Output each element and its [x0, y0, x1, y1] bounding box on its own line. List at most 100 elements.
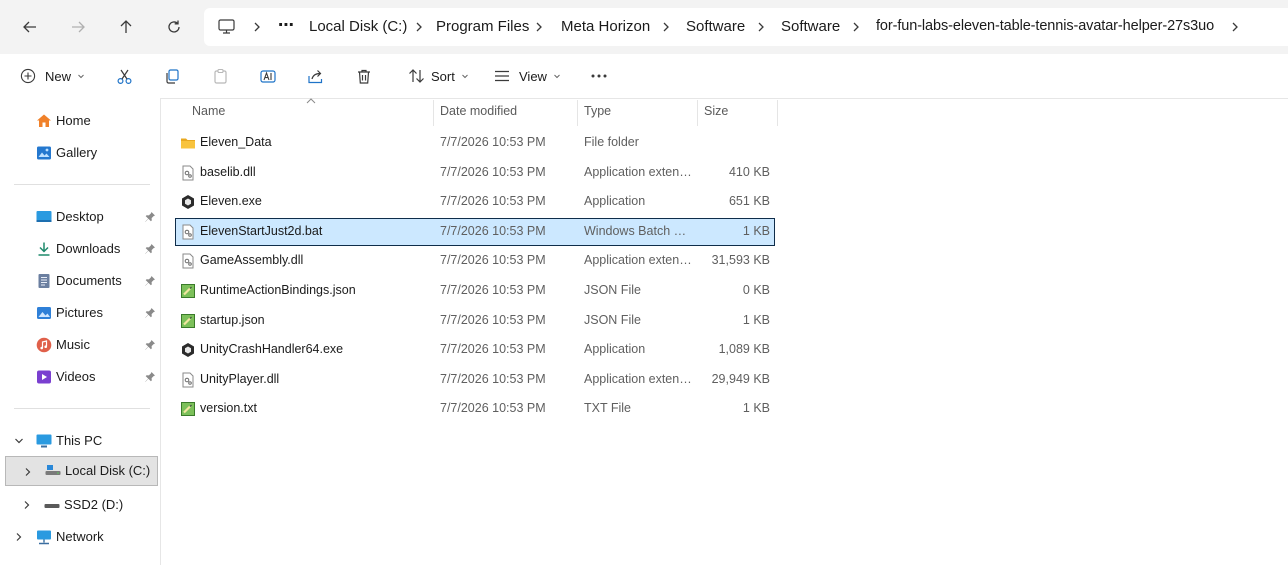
file-date-modified: 7/7/2026 10:53 PM [440, 164, 546, 179]
share-button[interactable] [307, 64, 325, 88]
sidebar-item-label: Videos [56, 369, 96, 384]
back-arrow-icon [23, 21, 36, 33]
column-divider[interactable] [433, 100, 434, 126]
breadcrumb-software-2[interactable]: Software [781, 18, 840, 35]
sidebar-item-videos[interactable]: Videos [0, 362, 160, 392]
sidebar-item-label: Downloads [56, 241, 121, 256]
file-row[interactable]: Eleven.exe 7/7/2026 10:53 PM Application 65… [176, 189, 774, 215]
up-arrow-icon [120, 20, 132, 33]
more-options-button[interactable]: ··· [590, 64, 608, 88]
file-row[interactable]: GameAssembly.dll 7/7/2026 10:53 PM Applica… [176, 248, 774, 274]
paste-button[interactable] [212, 64, 229, 88]
sidebar-item-documents[interactable]: Documents [0, 266, 160, 296]
address-bar[interactable]: ⋯ Local Disk (C:) Program Files Meta Hor… [204, 8, 1288, 46]
chevron-right-icon[interactable] [14, 532, 24, 542]
rename-button[interactable] [259, 64, 277, 88]
sidebar-item-desktop[interactable]: Desktop [0, 202, 160, 232]
file-date-modified: 7/7/2026 10:53 PM [440, 371, 546, 386]
delete-button[interactable] [356, 64, 372, 88]
file-name: baselib.dll [200, 164, 256, 179]
file-row[interactable]: Eleven_Data 7/7/2026 10:53 PM File folder [176, 130, 774, 156]
file-row[interactable]: version.txt 7/7/2026 10:53 PM TXT File 1 KB [176, 396, 774, 422]
column-header-type[interactable]: Type [584, 104, 611, 118]
sidebar-item-ssd2[interactable]: SSD2 (D:) [0, 490, 160, 520]
forward-button[interactable] [63, 12, 93, 42]
sidebar-divider [14, 184, 150, 185]
this-pc-icon[interactable] [218, 19, 235, 34]
forward-arrow-icon [72, 21, 85, 33]
breadcrumb-current-folder[interactable]: for-fun-labs-eleven-table-tennis-avatar-… [876, 18, 1214, 34]
file-date-modified: 7/7/2026 10:53 PM [440, 342, 546, 357]
column-header-size[interactable]: Size [704, 104, 728, 118]
copy-icon [166, 68, 179, 84]
column-divider[interactable] [577, 100, 578, 126]
view-button[interactable]: View [494, 64, 561, 88]
sidebar-item-gallery[interactable]: Gallery [0, 138, 160, 168]
chevron-right-icon[interactable] [532, 20, 546, 34]
chevron-down-icon[interactable] [14, 436, 24, 446]
breadcrumb-local-disk[interactable]: Local Disk (C:) [309, 18, 407, 35]
breadcrumb-program-files[interactable]: Program Files [436, 18, 529, 35]
file-row[interactable]: ElevenStartJust2d.bat 7/7/2026 10:53 PM Wi… [175, 217, 775, 246]
breadcrumb-meta-horizon[interactable]: Meta Horizon [561, 18, 650, 35]
up-button[interactable] [111, 12, 141, 42]
download-icon [38, 242, 50, 256]
file-name: Eleven.exe [200, 194, 262, 209]
breadcrumb-overflow[interactable]: ⋯ [278, 15, 294, 35]
sidebar-item-label: Network [56, 529, 104, 544]
file-type: Application extens... [584, 253, 692, 268]
sidebar-item-music[interactable]: Music [0, 330, 160, 360]
command-bar: New Sort View ··· [0, 54, 1288, 99]
file-type: Application extens... [584, 164, 692, 179]
pin-icon [145, 372, 155, 382]
sidebar-item-home[interactable]: Home [0, 106, 160, 136]
chevron-right-icon[interactable] [659, 20, 673, 34]
breadcrumb-software-1[interactable]: Software [686, 18, 745, 35]
refresh-button[interactable] [159, 12, 189, 42]
file-row[interactable]: UnityPlayer.dll 7/7/2026 10:53 PM Applicat… [176, 367, 774, 393]
sidebar-item-network[interactable]: Network [0, 522, 160, 552]
pictures-icon [37, 307, 51, 319]
file-type: TXT File [584, 401, 631, 416]
chevron-down-icon [461, 74, 468, 79]
column-divider[interactable] [777, 100, 778, 126]
new-button[interactable]: New [20, 64, 85, 88]
sort-button[interactable]: Sort [408, 64, 469, 88]
sidebar-item-local-disk[interactable]: Local Disk (C:) [5, 456, 158, 486]
chevron-right-icon[interactable] [754, 20, 768, 34]
column-header-date[interactable]: Date modified [440, 104, 517, 118]
sidebar-item-downloads[interactable]: Downloads [0, 234, 160, 264]
sidebar-item-this-pc[interactable]: This PC [0, 426, 160, 456]
address-row: ⋯ Local Disk (C:) Program Files Meta Hor… [0, 0, 1288, 54]
column-divider[interactable] [697, 100, 698, 126]
file-size: 29,949 KB [711, 371, 770, 386]
file-row[interactable]: startup.json 7/7/2026 10:53 PM JSON File 1 … [176, 308, 774, 334]
sidebar-item-label: Desktop [56, 209, 104, 224]
chevron-right-icon[interactable] [1228, 20, 1242, 34]
file-type: Application [584, 342, 646, 357]
cut-button[interactable] [116, 64, 133, 88]
chevron-right-icon[interactable] [849, 20, 863, 34]
trash-icon [358, 69, 370, 84]
file-row[interactable]: UnityCrashHandler64.exe 7/7/2026 10:53 PM… [176, 337, 774, 363]
pin-icon [145, 340, 155, 350]
gallery-icon [37, 146, 51, 160]
chevron-right-icon[interactable] [412, 20, 426, 34]
chevron-right-icon[interactable] [250, 20, 264, 34]
file-date-modified: 7/7/2026 10:53 PM [440, 401, 546, 416]
back-button[interactable] [15, 12, 45, 42]
file-row[interactable]: RuntimeActionBindings.json 7/7/2026 10:53… [176, 278, 774, 304]
file-date-modified: 7/7/2026 10:53 PM [440, 135, 546, 149]
file-date-modified: 7/7/2026 10:53 PM [440, 283, 546, 297]
document-icon [38, 274, 50, 288]
home-icon [37, 114, 51, 127]
sidebar-item-pictures[interactable]: Pictures [0, 298, 160, 328]
chevron-right-icon[interactable] [22, 500, 32, 510]
rename-icon [260, 69, 276, 83]
column-header-name[interactable]: Name [192, 104, 225, 118]
file-name: Eleven_Data [200, 135, 272, 149]
copy-button[interactable] [164, 64, 181, 88]
chevron-right-icon[interactable] [23, 467, 33, 477]
file-row[interactable]: baselib.dll 7/7/2026 10:53 PM Application … [176, 160, 774, 186]
sidebar-item-label: SSD2 (D:) [64, 497, 124, 512]
